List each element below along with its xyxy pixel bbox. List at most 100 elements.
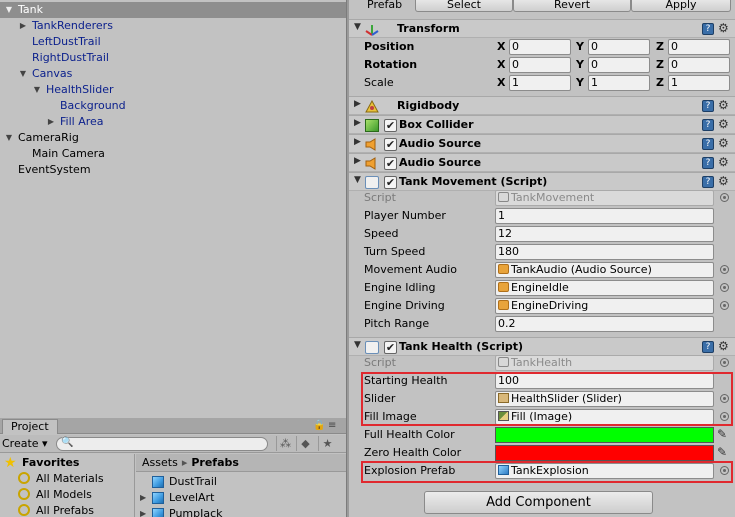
box-collider-header[interactable]: ▶ ✔ Box Collider ? ⚙ (349, 115, 735, 134)
tab-project[interactable]: Project (2, 419, 58, 434)
asset-item[interactable]: DustTrail (136, 474, 346, 490)
asset-item[interactable]: ▶ PumpJack (136, 506, 346, 517)
help-book-icon[interactable]: ? (702, 138, 714, 150)
gear-icon[interactable]: ⚙ (718, 117, 729, 131)
hierarchy-item[interactable]: Background (0, 98, 346, 114)
project-search-input[interactable]: 🔍 (56, 437, 268, 451)
add-component-button[interactable]: Add Component (424, 491, 653, 514)
breadcrumb-prefabs[interactable]: Prefabs (191, 456, 239, 469)
tank-movement-row-field[interactable]: EngineDriving (495, 298, 714, 314)
transform-z-input[interactable]: 0 (668, 39, 730, 55)
object-picker-icon[interactable] (720, 265, 729, 274)
asset-item[interactable]: ▶ LevelArt (136, 490, 346, 506)
starting-health-input[interactable]: 100 (495, 373, 714, 389)
object-picker-icon[interactable] (720, 301, 729, 310)
hierarchy-item[interactable]: ▼ CameraRig (0, 130, 346, 146)
hierarchy-item[interactable]: ▶ TankRenderers (0, 18, 346, 34)
help-book-icon[interactable]: ? (702, 23, 714, 35)
hierarchy-item[interactable]: LeftDustTrail (0, 34, 346, 50)
hierarchy-item[interactable]: ▼ Canvas (0, 66, 346, 82)
apply-button[interactable]: Apply (631, 0, 731, 12)
full-health-color-row: Full Health Color ✎ (349, 426, 735, 444)
gear-icon[interactable]: ⚙ (718, 98, 729, 112)
gear-icon[interactable]: ⚙ (718, 136, 729, 150)
help-book-icon[interactable]: ? (702, 341, 714, 353)
menu-icon[interactable]: ≡ (328, 420, 336, 431)
transform-x-input[interactable]: 0 (509, 57, 571, 73)
help-book-icon[interactable]: ? (702, 157, 714, 169)
zero-health-color-field[interactable] (495, 445, 714, 461)
foldout-closed-icon[interactable]: ▶ (354, 99, 361, 109)
foldout-open-icon[interactable]: ▼ (354, 175, 361, 185)
foldout-closed-icon[interactable]: ▶ (354, 118, 361, 128)
help-book-icon[interactable]: ? (702, 100, 714, 112)
audio-source-header-1[interactable]: ▶ ✔ Audio Source ? ⚙ (349, 134, 735, 153)
object-picker-icon[interactable] (720, 466, 729, 475)
object-picker-icon[interactable] (720, 412, 729, 421)
tank-movement-row-field[interactable]: 1 (495, 208, 714, 224)
tank-movement-enabled-checkbox[interactable]: ✔ (384, 176, 397, 189)
help-book-icon[interactable]: ? (702, 176, 714, 188)
select-button[interactable]: Select (415, 0, 513, 12)
foldout-closed-icon[interactable]: ▶ (140, 506, 150, 517)
box-collider-enabled-checkbox[interactable]: ✔ (384, 119, 397, 132)
lock-icon[interactable]: 🔒 (313, 420, 325, 431)
foldout-closed-icon[interactable]: ▶ (140, 490, 150, 506)
favorite-star-icon[interactable]: ★ (318, 436, 336, 451)
audio-source-1-enabled-checkbox[interactable]: ✔ (384, 138, 397, 151)
transform-y-input[interactable]: 0 (588, 39, 650, 55)
object-picker-icon[interactable] (720, 394, 729, 403)
transform-z-input[interactable]: 1 (668, 75, 730, 91)
breadcrumb-assets[interactable]: Assets (142, 456, 178, 469)
slider-object-field[interactable]: HealthSlider (Slider) (495, 391, 714, 407)
revert-button[interactable]: Revert (513, 0, 631, 12)
foldout-open-icon[interactable]: ▼ (18, 66, 28, 82)
transform-x-input[interactable]: 0 (509, 39, 571, 55)
foldout-closed-icon[interactable]: ▶ (18, 18, 28, 34)
transform-header[interactable]: ▼ Transform ? ⚙ (349, 19, 735, 38)
foldout-open-icon[interactable]: ▼ (4, 2, 14, 18)
fill-image-object-field[interactable]: Fill (Image) (495, 409, 714, 425)
audio-source-header-2[interactable]: ▶ ✔ Audio Source ? ⚙ (349, 153, 735, 172)
tank-movement-row-field[interactable]: 12 (495, 226, 714, 242)
gear-icon[interactable]: ⚙ (718, 339, 729, 353)
transform-z-input[interactable]: 0 (668, 57, 730, 73)
eyedropper-icon[interactable]: ✎ (717, 427, 727, 441)
foldout-closed-icon[interactable]: ▶ (46, 114, 56, 130)
eyedropper-icon[interactable]: ✎ (717, 445, 727, 459)
object-picker-icon[interactable] (720, 283, 729, 292)
tank-health-enabled-checkbox[interactable]: ✔ (384, 341, 397, 354)
tank-movement-row-field[interactable]: 0.2 (495, 316, 714, 332)
gear-icon[interactable]: ⚙ (718, 21, 729, 35)
project-tab-bar: Project 🔒 ≡ (0, 418, 346, 434)
foldout-closed-icon[interactable]: ▶ (354, 156, 361, 166)
hierarchy-item[interactable]: ▶ Fill Area (0, 114, 346, 130)
transform-y-input[interactable]: 0 (588, 57, 650, 73)
transform-y-input[interactable]: 1 (588, 75, 650, 91)
foldout-open-icon[interactable]: ▼ (354, 340, 361, 350)
filter-by-type-icon[interactable]: ⁂ (276, 436, 294, 451)
tank-movement-row-field[interactable]: TankAudio (Audio Source) (495, 262, 714, 278)
transform-x-input[interactable]: 1 (509, 75, 571, 91)
hierarchy-item[interactable]: RightDustTrail (0, 50, 346, 66)
foldout-open-icon[interactable]: ▼ (4, 130, 14, 146)
help-book-icon[interactable]: ? (702, 119, 714, 131)
filter-by-label-icon[interactable]: ◆ (296, 436, 314, 451)
tank-movement-row-field[interactable]: 180 (495, 244, 714, 260)
hierarchy-item[interactable]: EventSystem (0, 162, 346, 178)
gear-icon[interactable]: ⚙ (718, 174, 729, 188)
foldout-open-icon[interactable]: ▼ (32, 82, 42, 98)
foldout-open-icon[interactable]: ▼ (354, 22, 361, 32)
gear-icon[interactable]: ⚙ (718, 155, 729, 169)
tank-movement-row-value: 180 (498, 245, 519, 258)
foldout-closed-icon[interactable]: ▶ (354, 137, 361, 147)
full-health-color-field[interactable] (495, 427, 714, 443)
create-button[interactable]: Create ▾ (0, 436, 50, 452)
tank-movement-row-field[interactable]: EngineIdle (495, 280, 714, 296)
rigidbody-header[interactable]: ▶ Rigidbody ? ⚙ (349, 96, 735, 115)
hierarchy-item[interactable]: ▼ Tank (0, 2, 346, 18)
hierarchy-item[interactable]: ▼ HealthSlider (0, 82, 346, 98)
audio-source-2-enabled-checkbox[interactable]: ✔ (384, 157, 397, 170)
hierarchy-item[interactable]: Main Camera (0, 146, 346, 162)
explosion-prefab-object-field[interactable]: TankExplosion (495, 463, 714, 479)
